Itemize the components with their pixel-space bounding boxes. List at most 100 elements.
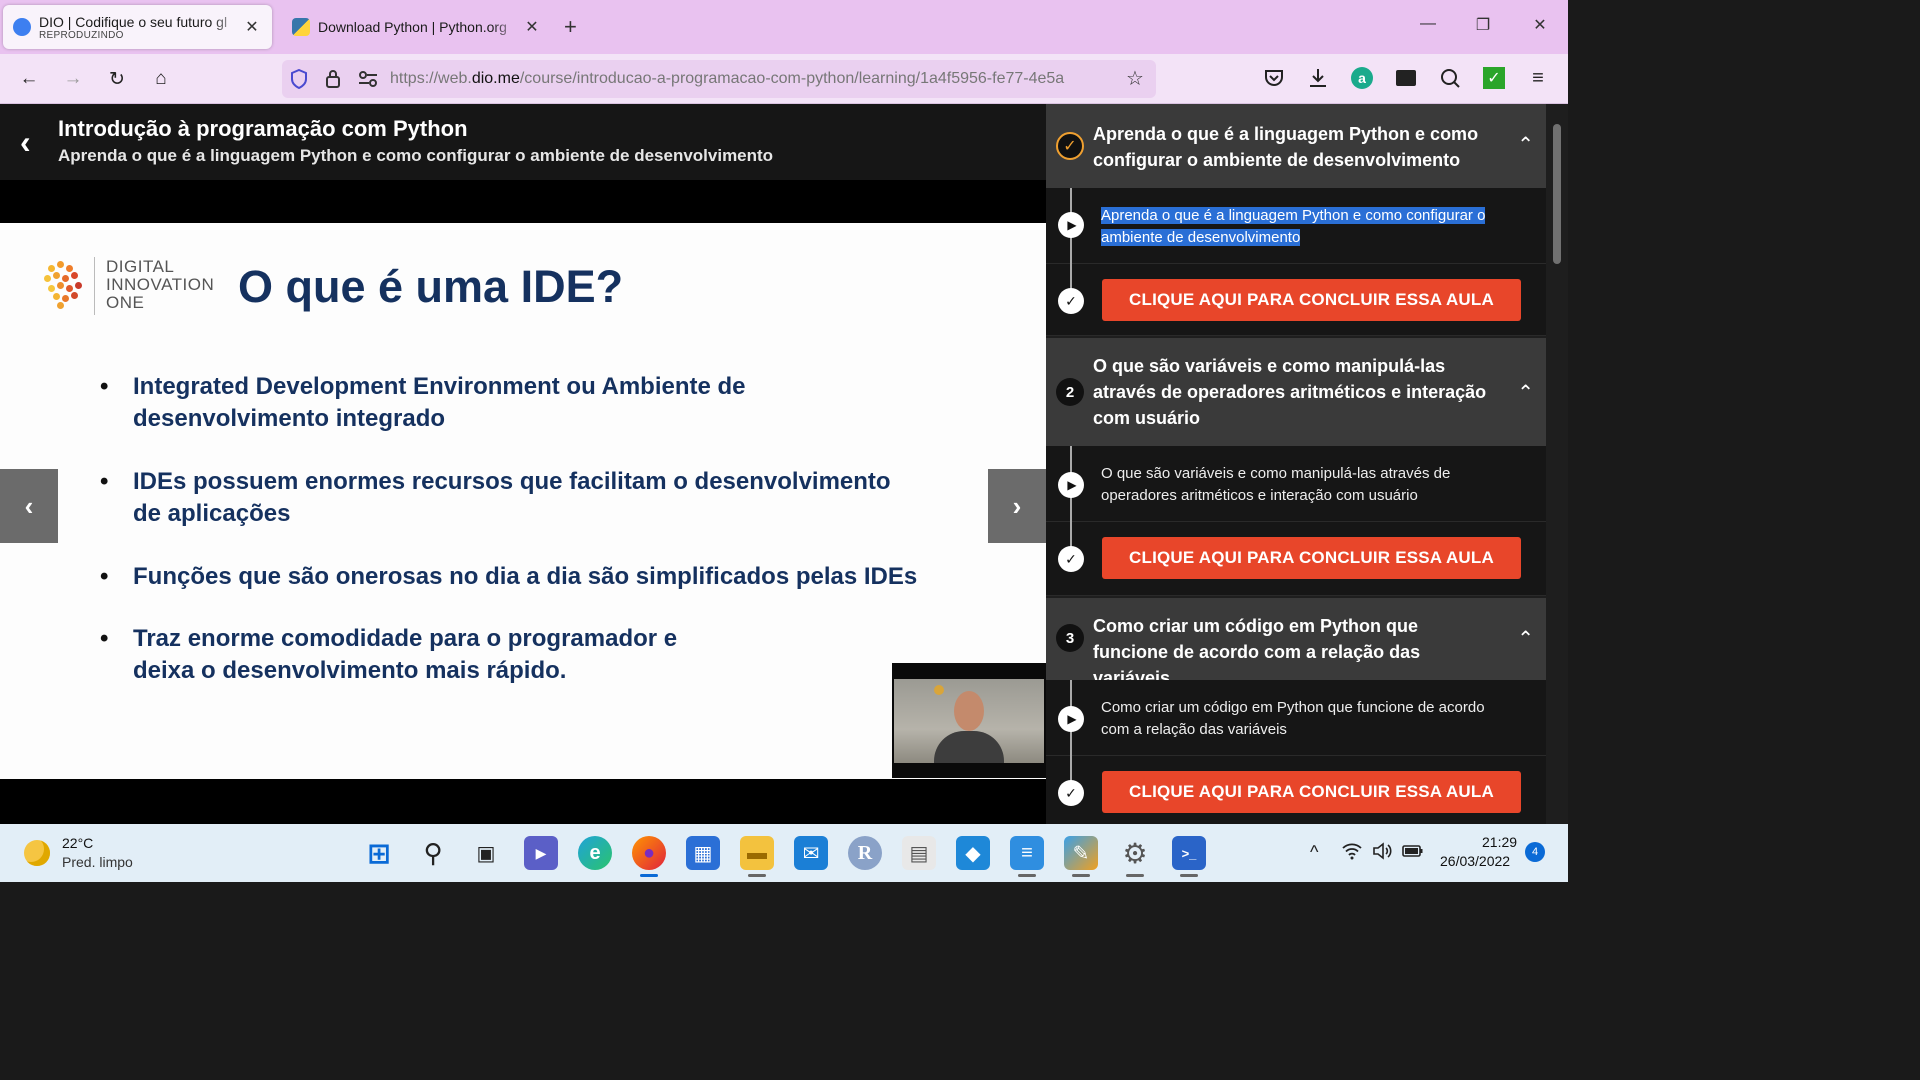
course-subtitle: Aprenda o que é a linguagem Python e com… xyxy=(58,146,774,165)
tab-title: Download Python | Python.org xyxy=(318,19,507,35)
lesson-item[interactable]: ▶ Aprenda o que é a linguagem Python e c… xyxy=(1046,188,1546,264)
active-app-indicator xyxy=(640,874,658,877)
tray-overflow-chevron-icon[interactable]: ^ xyxy=(1310,842,1318,863)
url-host: dio.me xyxy=(471,70,520,87)
module-header[interactable]: 3 Como criar um código em Python que fun… xyxy=(1046,598,1546,688)
downloads-icon[interactable] xyxy=(1306,66,1330,90)
battery-icon[interactable] xyxy=(1402,842,1424,860)
minimize-button[interactable]: — xyxy=(1413,15,1443,33)
webcam-person-head xyxy=(954,691,984,731)
slide-prev-button[interactable]: ‹ xyxy=(0,469,58,543)
play-icon[interactable]: ▶ xyxy=(1058,212,1084,238)
tab-close-icon[interactable]: ✕ xyxy=(242,17,262,37)
store-icon[interactable]: ▦ xyxy=(686,836,720,870)
logo-line: INNOVATION xyxy=(106,275,215,294)
webcam-person-body xyxy=(934,731,1004,763)
paint-icon[interactable]: ✎ xyxy=(1064,836,1098,870)
url-bar[interactable]: https://web.dio.me/course/introducao-a-p… xyxy=(282,60,1156,98)
extension-container-icon[interactable] xyxy=(1394,66,1418,90)
dio-favicon-icon xyxy=(13,18,31,36)
home-button[interactable]: ⌂ xyxy=(148,66,174,92)
browser-navbar: ← → ↻ ⌂ https://web.dio.me/course/introd… xyxy=(0,54,1568,104)
collapse-caret-icon[interactable]: ⌃ xyxy=(1517,132,1534,157)
tab-texts: DIO | Codifique o seu futuro gl REPRODUZ… xyxy=(39,14,242,41)
module-header[interactable]: 2 O que são variáveis e como manipulá-la… xyxy=(1046,338,1546,446)
module-header[interactable]: ✓ Aprenda o que é a linguagem Python e c… xyxy=(1046,104,1546,188)
instructor-webcam xyxy=(892,663,1046,778)
firefox-icon[interactable]: ● xyxy=(632,836,666,870)
pocket-icon[interactable] xyxy=(1262,66,1286,90)
check-icon[interactable]: ✓ xyxy=(1058,288,1084,314)
python-favicon-icon xyxy=(292,18,310,36)
volume-icon[interactable] xyxy=(1372,842,1392,860)
edge-icon[interactable]: e xyxy=(578,836,612,870)
clock-date[interactable]: 26/03/2022 xyxy=(1440,853,1510,869)
check-icon[interactable]: ✓ xyxy=(1058,546,1084,572)
forward-button[interactable]: → xyxy=(60,66,86,92)
reload-button[interactable]: ↻ xyxy=(104,66,130,92)
webcam-lamp xyxy=(934,685,944,695)
slide-bullet: • Funções que são onerosas no dia a dia … xyxy=(100,561,980,593)
tab-python[interactable]: Download Python | Python.org ✕ xyxy=(282,5,552,49)
lessons-sidebar: ✓ Aprenda o que é a linguagem Python e c… xyxy=(1046,104,1568,824)
url-text[interactable]: https://web.dio.me/course/introducao-a-p… xyxy=(390,70,1120,88)
slide-bullet: • IDEs possuem enormes recursos que faci… xyxy=(100,466,970,530)
notepad-icon[interactable]: ≡ xyxy=(1010,836,1044,870)
play-icon[interactable]: ▶ xyxy=(1058,472,1084,498)
sidebar-scrollbar[interactable] xyxy=(1548,104,1568,824)
tab-close-icon[interactable]: ✕ xyxy=(522,17,542,37)
restore-button[interactable]: ❐ xyxy=(1468,15,1498,35)
start-icon[interactable]: ⊞ xyxy=(362,836,396,870)
bullet-text: Integrated Development Environment ou Am… xyxy=(133,371,746,435)
permissions-icon[interactable] xyxy=(358,71,378,87)
tracking-shield-icon[interactable] xyxy=(290,69,308,89)
browser-tab-strip: DIO | Codifique o seu futuro gl REPRODUZ… xyxy=(0,0,1568,54)
clock-time[interactable]: 21:29 xyxy=(1482,834,1517,850)
lesson-title-text: Aprenda o que é a linguagem Python e com… xyxy=(1101,207,1486,246)
slide-next-button[interactable]: › xyxy=(988,469,1046,543)
logo-line: ONE xyxy=(106,293,145,312)
tab-texts: Download Python | Python.org xyxy=(318,19,522,35)
settings-gear-icon[interactable]: ⚙ xyxy=(1118,836,1152,870)
lesson-item[interactable]: ▶ Como criar um código em Python que fun… xyxy=(1046,680,1546,756)
close-window-button[interactable]: ✕ xyxy=(1525,15,1555,35)
conclude-lesson-button[interactable]: CLIQUE AQUI PARA CONCLUIR ESSA AULA xyxy=(1102,771,1521,813)
play-icon[interactable]: ▶ xyxy=(1058,706,1084,732)
logo-divider xyxy=(94,257,95,315)
extension-check-icon[interactable]: ✓ xyxy=(1482,66,1506,90)
files-app-icon[interactable]: ▤ xyxy=(902,836,936,870)
r-app-icon[interactable]: R xyxy=(848,836,882,870)
back-button[interactable]: ← xyxy=(16,66,42,92)
bullet-line: Funções que são onerosas no dia a dia sã… xyxy=(133,563,918,590)
lock-icon[interactable] xyxy=(325,69,341,89)
menu-hamburger-icon[interactable]: ≡ xyxy=(1526,66,1550,90)
mail-icon[interactable]: ✉ xyxy=(794,836,828,870)
new-tab-button[interactable]: + xyxy=(564,14,577,40)
extension-search-icon[interactable] xyxy=(1438,66,1462,90)
bookmark-star-icon[interactable]: ☆ xyxy=(1126,66,1144,91)
extension-a-icon[interactable]: a xyxy=(1350,66,1374,90)
check-icon[interactable]: ✓ xyxy=(1058,780,1084,806)
teams-chat-icon[interactable]: ▶ xyxy=(524,836,558,870)
scrollbar-thumb[interactable] xyxy=(1553,124,1561,264)
course-back-icon[interactable]: ‹ xyxy=(20,124,31,161)
video-player[interactable]: DIGITAL INNOVATION ONE O que é uma IDE? … xyxy=(0,180,1046,824)
slide-bullet: • Integrated Development Environment ou … xyxy=(100,371,940,435)
tab-dio[interactable]: DIO | Codifique o seu futuro gl REPRODUZ… xyxy=(3,5,272,49)
conclude-lesson-button[interactable]: CLIQUE AQUI PARA CONCLUIR ESSA AULA xyxy=(1102,537,1521,579)
task-view-icon[interactable]: ▣ xyxy=(469,836,503,870)
dio-logo: DIGITAL INNOVATION ONE xyxy=(44,257,224,317)
wifi-icon[interactable] xyxy=(1342,842,1362,860)
conclude-lesson-button[interactable]: CLIQUE AQUI PARA CONCLUIR ESSA AULA xyxy=(1102,279,1521,321)
collapse-caret-icon[interactable]: ⌃ xyxy=(1517,626,1534,651)
module-number-badge: 3 xyxy=(1056,624,1084,652)
file-explorer-icon[interactable]: ▬ xyxy=(740,836,774,870)
lesson-item[interactable]: ▶ O que são variáveis e como manipulá-la… xyxy=(1046,446,1546,522)
collapse-caret-icon[interactable]: ⌃ xyxy=(1517,380,1534,405)
bullet-line: IDEs possuem enormes recursos que facili… xyxy=(133,468,891,495)
notification-badge[interactable]: 4 xyxy=(1525,842,1545,862)
bullet-dot: • xyxy=(100,373,109,400)
vscode-icon[interactable]: ◆ xyxy=(956,836,990,870)
powershell-icon[interactable]: >_ xyxy=(1172,836,1206,870)
search-icon[interactable]: ⚲ xyxy=(416,836,450,870)
